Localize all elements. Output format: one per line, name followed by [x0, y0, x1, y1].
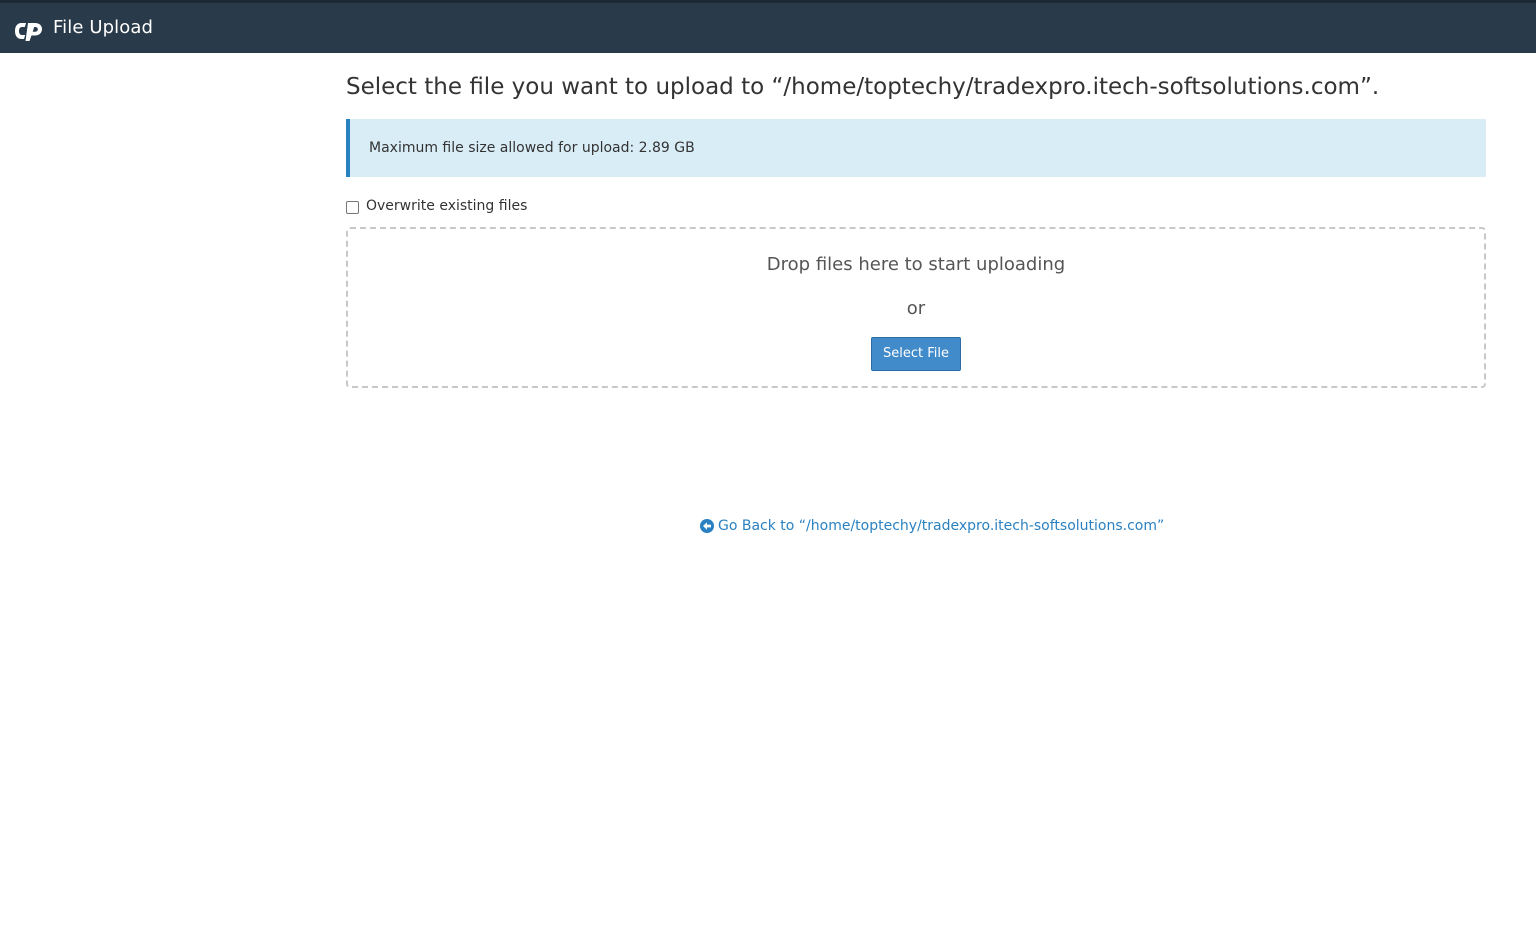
file-drop-zone[interactable]: Drop files here to start uploading or Se…: [346, 227, 1486, 388]
circle-arrow-left-icon: [700, 519, 714, 533]
max-file-size-text: Maximum file size allowed for upload: 2.…: [369, 140, 695, 156]
page-title: Select the file you want to upload to “/…: [346, 74, 1380, 100]
overwrite-option[interactable]: Overwrite existing files: [346, 196, 527, 216]
max-file-size-alert: Maximum file size allowed for upload: 2.…: [346, 119, 1486, 177]
top-bar: File Upload: [0, 0, 1536, 53]
overwrite-label[interactable]: Overwrite existing files: [366, 196, 527, 216]
app-title: File Upload: [53, 17, 154, 38]
or-separator: or: [906, 298, 926, 319]
go-back-link[interactable]: Go Back to “/home/toptechy/tradexpro.ite…: [700, 516, 1164, 536]
select-file-button[interactable]: Select File: [871, 337, 961, 371]
overwrite-checkbox[interactable]: [346, 200, 359, 214]
cpanel-logo-icon: [15, 23, 42, 41]
go-back-label[interactable]: Go Back to “/home/toptechy/tradexpro.ite…: [718, 516, 1164, 536]
drop-files-text: Drop files here to start uploading: [766, 254, 1066, 275]
